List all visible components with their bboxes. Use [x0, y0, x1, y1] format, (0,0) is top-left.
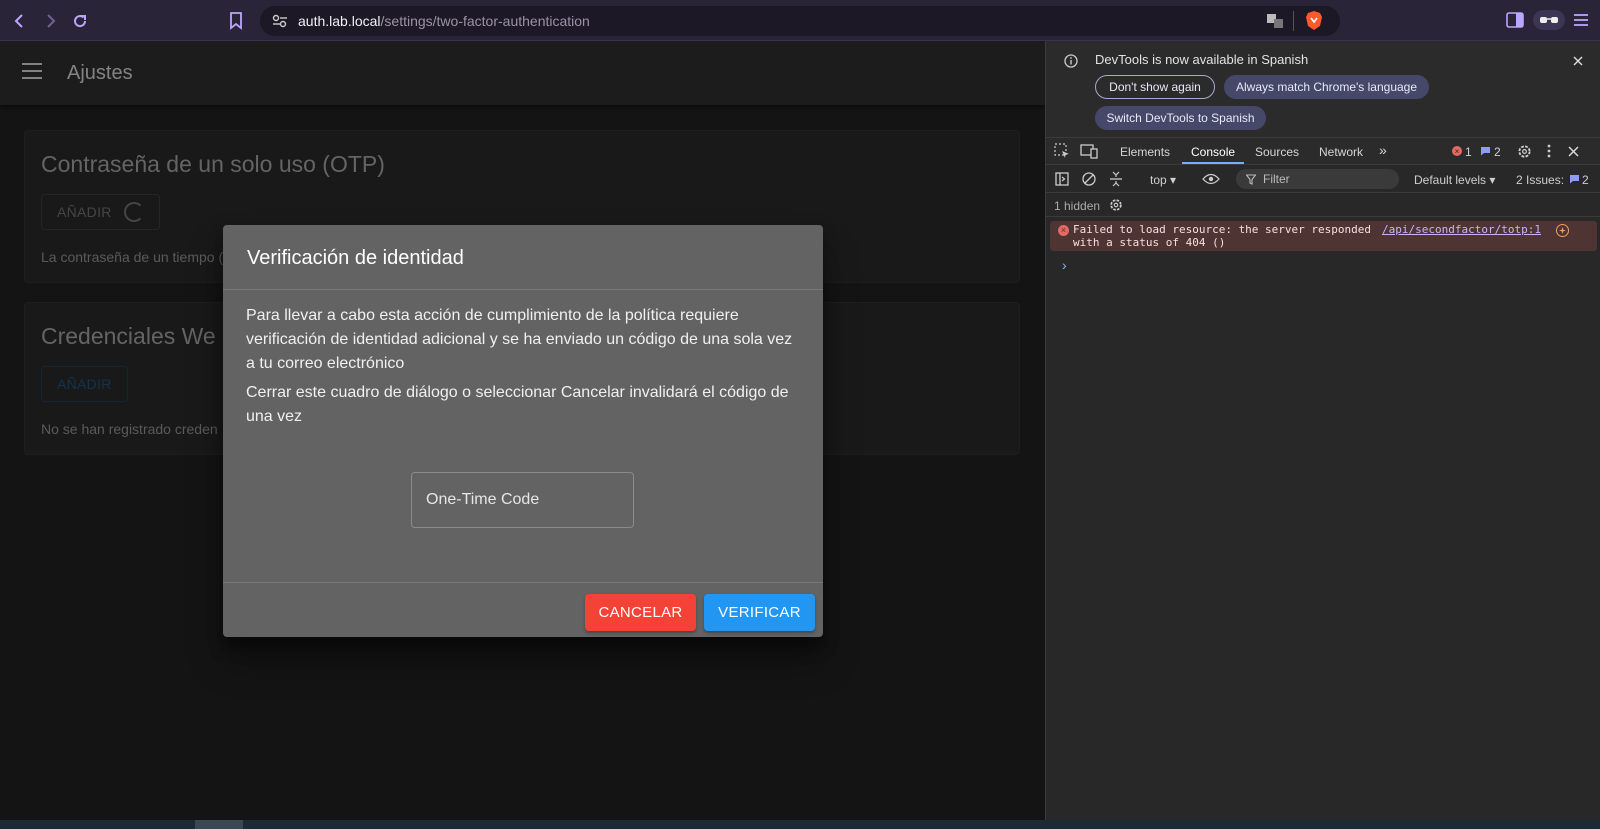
brave-shields-icon[interactable]	[1304, 11, 1324, 31]
cancel-button[interactable]: CANCELAR	[585, 594, 696, 631]
console-prompt[interactable]: ›	[1062, 257, 1067, 273]
filter-funnel-icon	[1246, 173, 1256, 185]
filter-placeholder: Filter	[1263, 172, 1290, 186]
reload-button[interactable]	[68, 9, 92, 33]
taskbar-item[interactable]	[195, 820, 243, 829]
reload-icon	[74, 15, 87, 28]
url-host: auth.lab.local	[298, 13, 381, 29]
message-count: 2	[1494, 145, 1501, 159]
browser-toolbar: auth.lab.local/settings/two-factor-authe…	[0, 0, 1600, 41]
clear-console-icon[interactable]	[1081, 171, 1097, 187]
devtools-panel: DevTools is now available in Spanish Don…	[1045, 41, 1600, 820]
tab-network[interactable]: Network	[1319, 145, 1363, 159]
devtools-language-banner: DevTools is now available in Spanish Don…	[1046, 41, 1600, 137]
back-button[interactable]	[8, 9, 32, 33]
error-count: 1	[1465, 145, 1472, 159]
active-tab-indicator	[1182, 162, 1244, 164]
close-banner-icon[interactable]	[1571, 54, 1585, 68]
dialog-paragraph-1: Para llevar a cabo esta acción de cumpli…	[246, 307, 793, 372]
identity-verification-dialog: Verificación de identidad Para llevar a …	[223, 225, 823, 637]
chevron-right-icon	[47, 14, 56, 28]
log-levels-dropdown[interactable]: Default levels ▾	[1414, 173, 1495, 187]
verify-button[interactable]: VERIFICAR	[704, 594, 815, 631]
more-tabs-icon[interactable]: »	[1379, 142, 1387, 158]
dialog-paragraph-2: Cerrar este cuadro de diálogo o seleccio…	[246, 384, 789, 425]
inspect-element-icon[interactable]	[1054, 143, 1070, 159]
console-toolbar: top ▾ Filter Default levels ▾ 2 Issues: …	[1046, 165, 1600, 193]
hidden-messages-row: 1 hidden	[1046, 193, 1600, 217]
url-path: /settings/two-factor-authentication	[380, 13, 590, 29]
dialog-title: Verificación de identidad	[247, 247, 464, 269]
console-filter-input[interactable]: Filter	[1236, 169, 1399, 189]
close-devtools-icon[interactable]	[1567, 145, 1579, 157]
live-expression-eye-icon[interactable]	[1201, 172, 1221, 186]
error-count-icon[interactable]: ×	[1452, 146, 1462, 156]
dialog-divider-top	[223, 289, 823, 290]
device-toolbar-icon[interactable]	[1080, 143, 1098, 159]
devtools-tabs: Elements Console Sources Network » × 1 2	[1046, 137, 1600, 165]
issues-count: 2	[1582, 173, 1589, 187]
context-selector[interactable]: top ▾	[1150, 173, 1176, 187]
message-count-icon[interactable]	[1480, 146, 1491, 156]
url-text: auth.lab.local/settings/two-factor-authe…	[298, 13, 590, 29]
console-error-message: × Failed to load resource: the server re…	[1050, 221, 1597, 251]
collapse-groups-icon[interactable]	[1108, 170, 1124, 188]
site-settings-icon[interactable]	[272, 14, 288, 28]
chevron-left-icon	[14, 14, 23, 28]
log-levels-value: Default levels	[1414, 173, 1487, 187]
issues-message-icon[interactable]	[1569, 174, 1580, 184]
banner-text: DevTools is now available in Spanish	[1095, 52, 1309, 67]
switch-devtools-spanish-button[interactable]: Switch DevTools to Spanish	[1095, 106, 1266, 130]
always-match-language-button[interactable]: Always match Chrome's language	[1224, 75, 1429, 99]
os-taskbar	[0, 820, 1600, 829]
bookmark-button[interactable]	[226, 10, 246, 32]
console-sidebar-icon[interactable]	[1054, 171, 1070, 187]
error-text: Failed to load resource: the server resp…	[1073, 223, 1372, 249]
context-value: top	[1150, 173, 1167, 187]
ai-explain-icon[interactable]	[1556, 224, 1569, 237]
menu-icon[interactable]	[1572, 12, 1590, 28]
dialog-divider-bottom	[223, 582, 823, 583]
issues-label[interactable]: 2 Issues:	[1516, 173, 1564, 187]
settings-gear-icon[interactable]	[1516, 143, 1532, 159]
console-settings-gear-icon[interactable]	[1108, 197, 1124, 213]
tab-sources[interactable]: Sources	[1255, 145, 1299, 159]
private-glasses-icon[interactable]	[1533, 10, 1565, 30]
url-divider	[1293, 11, 1294, 31]
address-bar[interactable]: auth.lab.local/settings/two-factor-authe…	[260, 6, 1340, 36]
sidebar-toggle-icon[interactable]	[1506, 12, 1524, 28]
error-icon: ×	[1058, 225, 1069, 236]
bookmark-icon	[230, 12, 242, 30]
info-icon	[1064, 54, 1078, 68]
forward-button[interactable]	[38, 9, 62, 33]
translate-icon[interactable]	[1266, 12, 1284, 30]
tab-console[interactable]: Console	[1191, 145, 1235, 159]
error-source-link[interactable]: /api/secondfactor/totp:1	[1382, 223, 1541, 236]
hidden-count: 1 hidden	[1054, 199, 1101, 213]
dont-show-again-button[interactable]: Don't show again	[1095, 75, 1215, 99]
kebab-menu-icon[interactable]	[1544, 143, 1554, 159]
one-time-code-input[interactable]	[411, 472, 634, 528]
tab-elements[interactable]: Elements	[1120, 145, 1170, 159]
web-app: Ajustes Contraseña de un solo uso (OTP) …	[0, 41, 1045, 820]
